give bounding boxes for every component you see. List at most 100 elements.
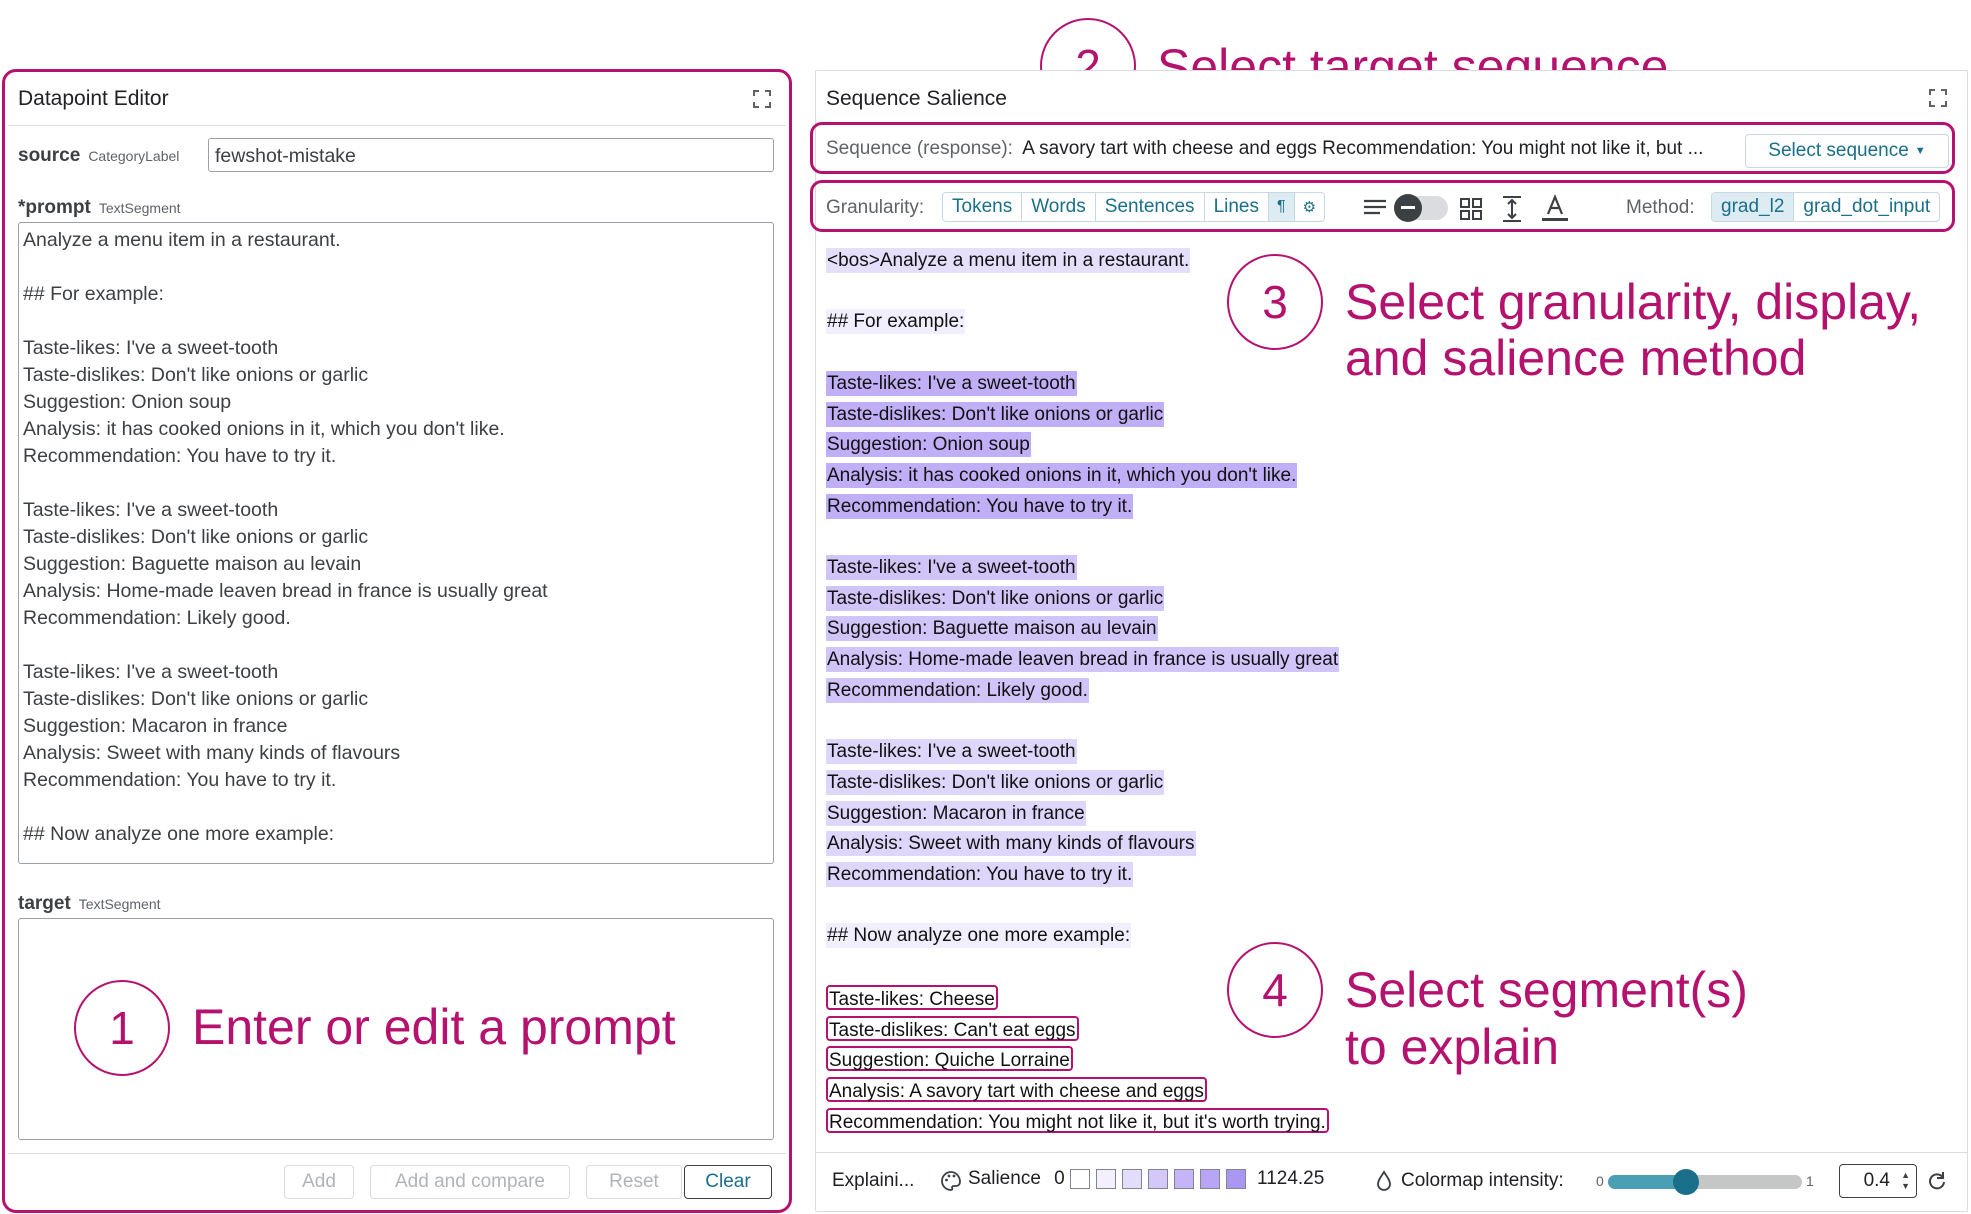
add-button[interactable]: Add (284, 1165, 354, 1199)
granularity-segmented-control: Tokens Words Sentences Lines ¶ ⚙ (942, 192, 1326, 222)
salience-segment[interactable]: Taste-dislikes: Don't like onions or gar… (826, 585, 1165, 611)
stepper-icon: ▲ ▼ (1901, 1170, 1910, 1191)
salience-segment[interactable]: Recommendation: You have to try it. (826, 862, 1134, 887)
add-and-compare-button[interactable]: Add and compare (370, 1165, 570, 1199)
callout-4-line1: Select segment(s) (1345, 962, 1748, 1018)
scale-min: 0 (1054, 1168, 1065, 1189)
swatch-5 (1199, 1168, 1220, 1189)
swatch-0 (1069, 1168, 1090, 1189)
salience-segment[interactable]: ## For example: (826, 309, 966, 335)
reset-button[interactable]: Reset (586, 1165, 682, 1199)
line-height-icon[interactable] (1500, 195, 1524, 223)
drop-icon (1377, 1170, 1391, 1191)
swatch-4 (1173, 1168, 1194, 1189)
selected-segment[interactable]: Recommendation: You might not like it, b… (826, 1107, 1329, 1133)
method-label: Method: (1626, 197, 1695, 218)
salience-segment[interactable]: ## Now analyze one more example: (826, 923, 1132, 949)
palette-icon (941, 1171, 961, 1191)
explaining-label: Explaini... (832, 1170, 915, 1191)
salience-segment[interactable]: Suggestion: Baguette maison au levain (826, 616, 1158, 642)
callout-4-number: 4 (1262, 964, 1288, 1016)
swatch-6 (1225, 1168, 1246, 1189)
callout-3-circle: 3 (1227, 254, 1323, 350)
prompt-field-label: *prompt TextSegment (18, 197, 181, 219)
salience-segment[interactable]: Suggestion: Macaron in france (826, 800, 1086, 826)
method-grad-l2[interactable]: grad_l2 (1712, 193, 1795, 221)
selected-segment[interactable]: Suggestion: Quiche Lorraine (826, 1046, 1073, 1072)
source-field-label: source CategoryLabel (18, 145, 179, 167)
wrap-lines-icon[interactable] (1362, 196, 1388, 218)
salience-segment[interactable]: Analysis: Home-made leaven bread in fran… (826, 647, 1340, 673)
display-toggle[interactable] (1394, 194, 1448, 222)
callout-4-line2: to explain (1345, 1019, 1560, 1075)
swatch-2 (1121, 1168, 1142, 1189)
minus-icon (1401, 206, 1415, 209)
prompt-textarea[interactable]: Analyze a menu item in a restaurant. ## … (18, 222, 774, 864)
salience-segment[interactable]: Taste-likes: I've a sweet-tooth (826, 739, 1077, 765)
editor-header-divider (8, 125, 786, 126)
grid-icon[interactable] (1459, 197, 1483, 221)
salience-segment[interactable]: Recommendation: You have to try it. (826, 493, 1134, 519)
reset-icon[interactable] (1927, 1171, 1947, 1191)
expand-icon[interactable] (752, 89, 772, 109)
expand-icon[interactable] (1928, 88, 1948, 108)
editor-title: Datapoint Editor (18, 87, 169, 110)
slider-max: 1 (1806, 1173, 1814, 1189)
salience-segment[interactable]: Taste-likes: I've a sweet-tooth (826, 370, 1077, 396)
gear-icon[interactable]: ⚙ (1295, 193, 1324, 221)
salience-segment[interactable]: Recommendation: Likely good. (826, 677, 1089, 703)
salience-footer-divider (815, 1152, 1968, 1153)
granularity-sentences[interactable]: Sentences (1096, 193, 1205, 221)
prompt-label: *prompt (18, 197, 91, 218)
sequence-row: Sequence (response): A savory tart with … (826, 138, 1746, 160)
intensity-input[interactable]: 0.4 ▲ ▼ (1839, 1164, 1917, 1198)
callout-3-number: 3 (1262, 276, 1288, 328)
salience-segment[interactable]: <bos>Analyze a menu item in a restaurant… (826, 248, 1191, 273)
prompt-type: TextSegment (98, 200, 181, 216)
clear-button[interactable]: Clear (684, 1165, 772, 1199)
swatch-1 (1095, 1168, 1116, 1189)
intensity-slider[interactable] (1608, 1169, 1802, 1195)
source-label: source (18, 145, 81, 166)
granularity-words[interactable]: Words (1022, 193, 1096, 221)
callout-1-text: Enter or edit a prompt (192, 999, 676, 1055)
granularity-lines[interactable]: Lines (1205, 193, 1269, 221)
method-grad-dot-input[interactable]: grad_dot_input (1794, 193, 1939, 221)
source-input[interactable]: fewshot-mistake (208, 138, 774, 172)
target-type: TextSegment (78, 896, 161, 912)
callout-3-line1: Select granularity, display, (1345, 274, 1922, 330)
scale-max: 1124.25 (1257, 1168, 1325, 1189)
callout-1-number: 1 (109, 1002, 135, 1054)
granularity-tokens[interactable]: Tokens (943, 193, 1023, 221)
text-color-icon[interactable] (1540, 193, 1570, 223)
salience-title: Sequence Salience (826, 87, 1015, 111)
slider-thumb[interactable] (1672, 1169, 1699, 1195)
callout-1-circle: 1 (74, 980, 170, 1076)
salience-segment[interactable]: Taste-dislikes: Don't like onions or gar… (826, 401, 1165, 427)
paragraph-icon[interactable]: ¶ (1268, 193, 1295, 221)
target-field-label: target TextSegment (18, 893, 161, 915)
selected-segment[interactable]: Analysis: A savory tart with cheese and … (826, 1076, 1207, 1102)
sequence-label: Sequence (response): (826, 138, 1013, 159)
salience-segment[interactable]: Analysis: it has cooked onions in it, wh… (826, 462, 1298, 488)
selected-segment[interactable]: Taste-dislikes: Can't eat eggs (826, 1015, 1079, 1041)
callout-4-circle: 4 (1227, 942, 1323, 1038)
target-label: target (18, 893, 71, 914)
salience-label: Salience (968, 1168, 1041, 1189)
sequence-value: A savory tart with cheese and eggs Recom… (1022, 138, 1704, 159)
salience-segment[interactable]: Suggestion: Onion soup (826, 432, 1031, 458)
select-sequence-label: Select sequence (1768, 140, 1909, 161)
salience-legend: Salience 0 1124.25 (968, 1168, 1324, 1190)
editor-footer-divider (8, 1153, 786, 1154)
salience-segment[interactable]: Analysis: Sweet with many kinds of flavo… (826, 831, 1196, 857)
granularity-label: Granularity: (826, 197, 925, 218)
dropdown-caret-icon: ▼ (1914, 145, 1926, 157)
colormap-label: Colormap intensity: (1401, 1170, 1564, 1191)
select-sequence-button[interactable]: Select sequence ▼ (1745, 134, 1949, 168)
selected-segment[interactable]: Taste-likes: Cheese (826, 984, 998, 1010)
method-segmented-control: grad_l2 grad_dot_input (1711, 192, 1941, 222)
salience-segment[interactable]: Taste-dislikes: Don't like onions or gar… (826, 769, 1165, 795)
source-type: CategoryLabel (88, 148, 180, 164)
salience-segment[interactable]: Taste-likes: I've a sweet-tooth (826, 555, 1077, 580)
intensity-value: 0.4 (1863, 1170, 1890, 1191)
